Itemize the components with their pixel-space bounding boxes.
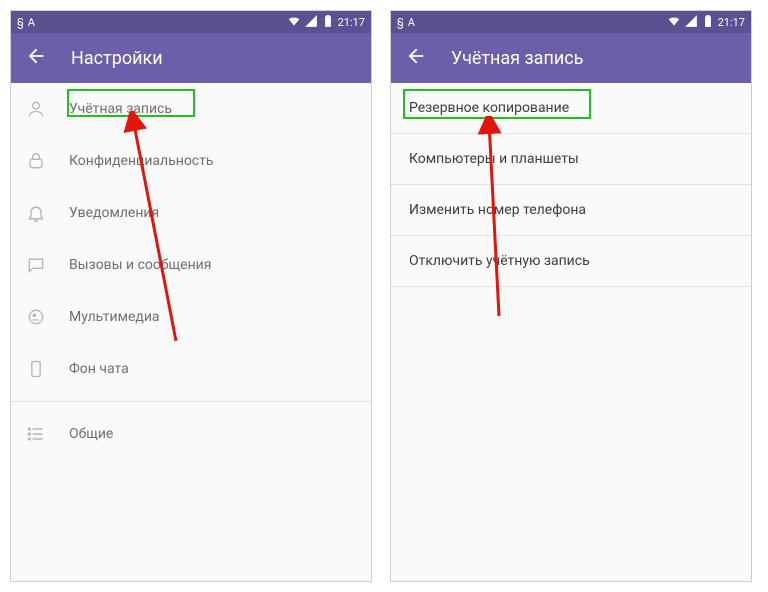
status-time: 21:17: [338, 16, 365, 29]
status-icon-a: §: [17, 16, 24, 29]
row-label: Изменить номер телефона: [409, 202, 586, 218]
wifi-icon: [667, 14, 681, 31]
row-label: Резервное копирование: [409, 100, 569, 116]
status-icon-a: §: [397, 16, 404, 29]
row-label: Уведомления: [69, 205, 357, 221]
status-bar: § A 21:17: [11, 11, 371, 33]
row-label: Учётная запись: [69, 101, 357, 117]
row-label: Мультимедиа: [69, 309, 357, 325]
app-bar: Настройки: [11, 33, 371, 83]
status-icon-b: A: [408, 16, 415, 29]
signal-icon: [304, 14, 318, 31]
chat-icon: [25, 255, 47, 275]
row-label: Отключить учётную запись: [409, 253, 590, 269]
row-label: Конфиденциальность: [69, 153, 357, 169]
row-label: Общие: [69, 426, 357, 442]
media-icon: [25, 307, 47, 327]
row-general[interactable]: Общие: [11, 408, 371, 460]
back-icon[interactable]: [25, 45, 47, 71]
app-bar: Учётная запись: [391, 33, 751, 83]
row-calls-messages[interactable]: Вызовы и сообщения: [11, 239, 371, 291]
phone-icon: [25, 359, 47, 379]
row-change-number[interactable]: Изменить номер телефона: [391, 185, 751, 236]
row-notifications[interactable]: Уведомления: [11, 187, 371, 239]
row-label: Фон чата: [69, 361, 357, 377]
row-multimedia[interactable]: Мультимедиа: [11, 291, 371, 343]
battery-icon: [701, 14, 715, 31]
divider: [11, 401, 371, 402]
row-label: Компьютеры и планшеты: [409, 151, 579, 167]
status-time: 21:17: [718, 16, 745, 29]
row-label: Вызовы и сообщения: [69, 257, 357, 273]
battery-icon: [321, 14, 335, 31]
bell-icon: [25, 203, 47, 223]
row-computers-tablets[interactable]: Компьютеры и планшеты: [391, 134, 751, 185]
row-account[interactable]: Учётная запись: [11, 83, 371, 135]
account-list: Резервное копирование Компьютеры и планш…: [391, 83, 751, 581]
page-title: Настройки: [71, 48, 163, 69]
row-chat-background[interactable]: Фон чата: [11, 343, 371, 395]
row-privacy[interactable]: Конфиденциальность: [11, 135, 371, 187]
status-icon-b: A: [28, 16, 35, 29]
status-bar: § A 21:17: [391, 11, 751, 33]
lock-icon: [25, 151, 47, 171]
row-deactivate[interactable]: Отключить учётную запись: [391, 236, 751, 287]
phone-account: § A 21:17 Учётная запись Резервное копир…: [390, 10, 752, 582]
list-icon: [25, 424, 47, 444]
wifi-icon: [287, 14, 301, 31]
signal-icon: [684, 14, 698, 31]
page-title: Учётная запись: [451, 48, 583, 69]
phone-settings: § A 21:17 Настройки Учётная запись Конфи…: [10, 10, 372, 582]
back-icon[interactable]: [405, 45, 427, 71]
settings-list: Учётная запись Конфиденциальность Уведом…: [11, 83, 371, 581]
row-backup[interactable]: Резервное копирование: [391, 83, 751, 134]
person-icon: [25, 99, 47, 119]
